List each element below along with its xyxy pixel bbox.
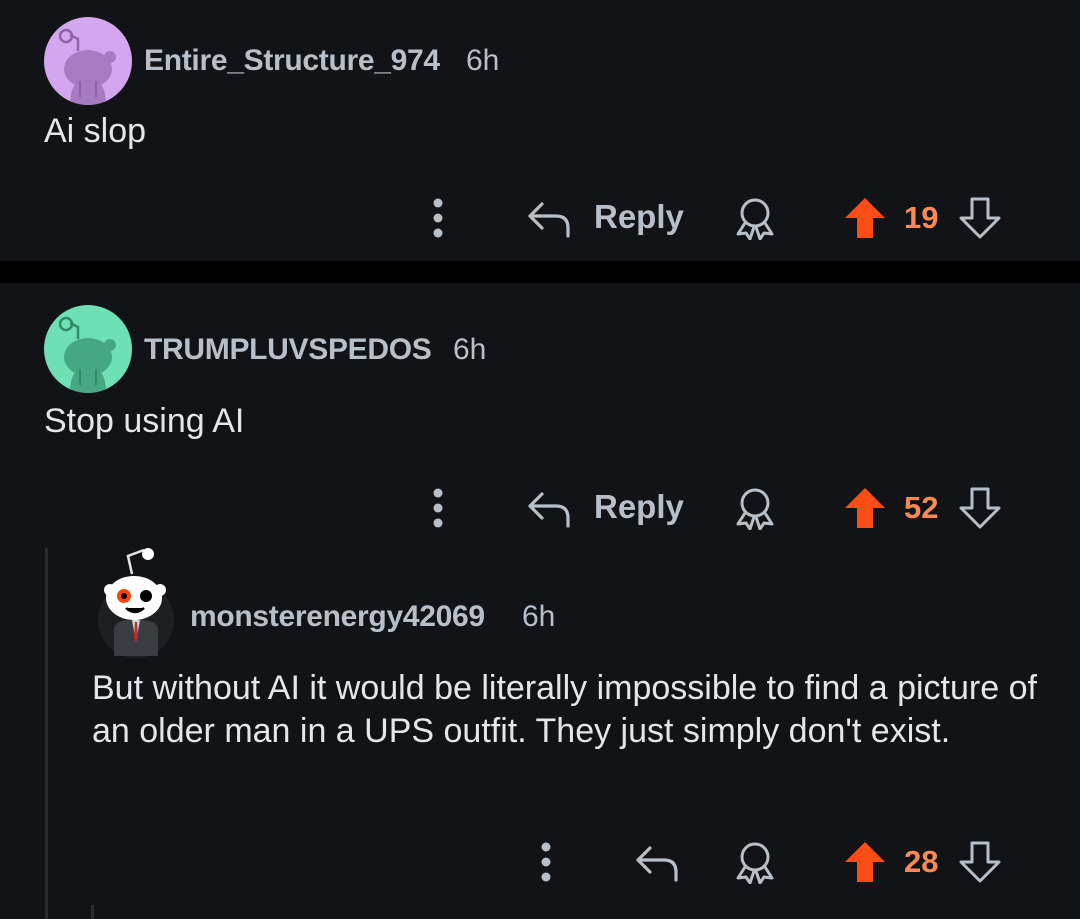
upvote-arrow-icon[interactable] <box>843 486 887 530</box>
reply-button[interactable]: Reply <box>526 486 686 530</box>
reply-arrow-icon <box>528 202 570 238</box>
reply-label: Reply <box>594 198 684 235</box>
upvote-arrow-icon[interactable] <box>843 196 887 240</box>
comment-body: Ai slop <box>44 112 147 150</box>
user-avatar[interactable] <box>44 17 132 105</box>
comment-username[interactable]: monsterenergy42069 <box>190 600 485 634</box>
user-avatar[interactable] <box>96 546 176 658</box>
downvote-arrow-icon[interactable] <box>958 196 1002 240</box>
award-icon[interactable] <box>733 196 777 240</box>
snoo-avatar-icon <box>44 305 132 393</box>
vote-score: 28 <box>904 844 939 879</box>
vote-score: 19 <box>904 200 939 235</box>
comment-body: Stop using AI <box>44 402 245 440</box>
snoo-avatar-icon <box>44 17 132 105</box>
comment-username[interactable]: Entire_Structure_974 <box>144 44 440 78</box>
reply-label: Reply <box>594 488 684 525</box>
comment-timestamp: 6h <box>522 600 556 633</box>
reply-button[interactable] <box>634 840 680 884</box>
more-options-icon[interactable] <box>425 486 451 530</box>
reply-button[interactable]: Reply <box>526 196 686 240</box>
comment-timestamp: 6h <box>466 44 500 77</box>
award-icon[interactable] <box>733 840 777 884</box>
downvote-arrow-icon[interactable] <box>958 486 1002 530</box>
vote-score: 52 <box>904 490 939 525</box>
downvote-arrow-icon[interactable] <box>958 840 1002 884</box>
user-avatar[interactable] <box>44 305 132 393</box>
snoo-suit-avatar-icon <box>98 548 174 658</box>
more-options-icon[interactable] <box>425 196 451 240</box>
thread-line[interactable] <box>45 548 48 919</box>
reply-arrow-icon <box>528 492 570 528</box>
more-options-icon[interactable] <box>533 840 559 884</box>
comment-1: Entire_Structure_974 6h Ai slop Reply 19 <box>0 0 1080 261</box>
thread-line[interactable] <box>91 905 94 919</box>
comment-body: But without AI it would be literally imp… <box>92 669 1037 750</box>
upvote-arrow-icon[interactable] <box>843 840 887 884</box>
award-icon[interactable] <box>733 486 777 530</box>
reply-arrow-icon <box>636 846 678 882</box>
comment-username[interactable]: TRUMPLUVSPEDOS <box>144 333 432 367</box>
comment-timestamp: 6h <box>453 333 487 366</box>
